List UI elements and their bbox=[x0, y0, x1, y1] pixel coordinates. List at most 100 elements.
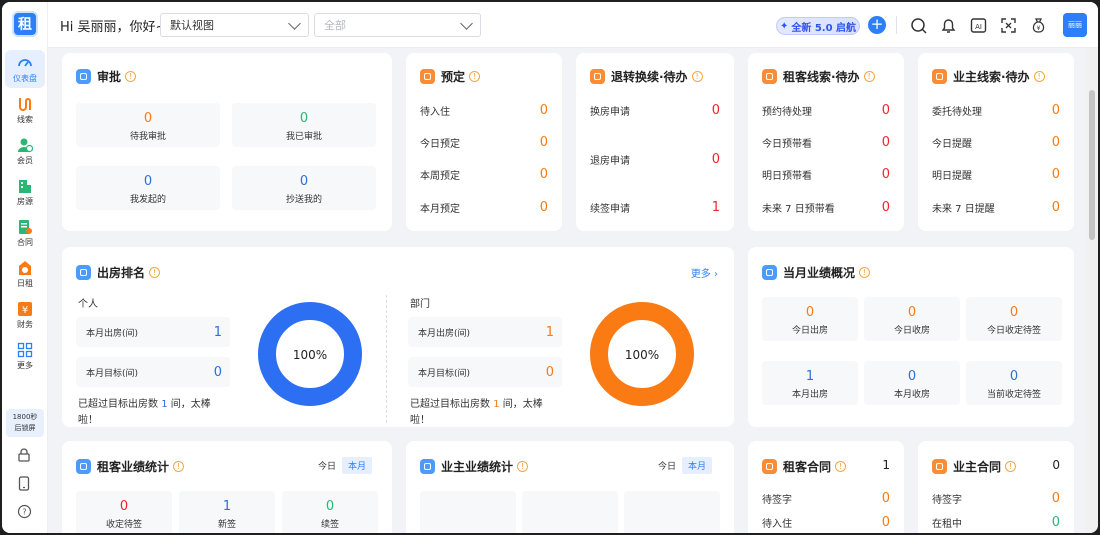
stat-today-deposit-pending[interactable]: 0 今日收定待签 bbox=[966, 297, 1062, 341]
lock-timer-label: 后锁屏 bbox=[14, 424, 36, 432]
info-icon[interactable]: ! bbox=[859, 267, 871, 278]
scan-icon[interactable] bbox=[1000, 17, 1017, 34]
clue-icon bbox=[19, 97, 31, 111]
info-icon[interactable]: ! bbox=[173, 461, 185, 472]
stats-icon bbox=[76, 459, 91, 474]
sidebar-item-listings[interactable]: 房源 bbox=[5, 173, 45, 211]
department-target: 本月目标(间) 0 bbox=[408, 357, 562, 387]
stat-pending-approval[interactable]: 0 待我审批 bbox=[76, 103, 220, 147]
tab-month[interactable]: 本月 bbox=[342, 457, 373, 474]
card-title: 业主线索·待办 bbox=[953, 70, 1030, 84]
list-item[interactable]: 续签申请 1 bbox=[590, 200, 720, 215]
list-item[interactable]: 本月预定 0 bbox=[420, 200, 548, 215]
stat-today-rented[interactable]: 0 今日出房 bbox=[762, 297, 858, 341]
stat-placeholder bbox=[522, 491, 618, 533]
list-item[interactable]: 委托待处理 0 bbox=[932, 103, 1060, 118]
list-item[interactable]: 明日提醒 0 bbox=[932, 167, 1060, 182]
list-item[interactable]: 退房申请 0 bbox=[590, 152, 720, 167]
personal-note: 已超过目标出房数 1 间，太棒啦！ bbox=[78, 399, 211, 426]
list-item[interactable]: 在租中 0 bbox=[932, 515, 1060, 530]
card-title: 退转换续·待办 bbox=[611, 70, 688, 84]
stat-deposit-pending[interactable]: 0 收定待签 bbox=[76, 491, 172, 533]
sidebar-item-dashboard[interactable]: 仪表盘 bbox=[5, 50, 45, 88]
auto-lock-timer[interactable]: 1800秒 后锁屏 bbox=[6, 409, 44, 437]
bell-icon[interactable] bbox=[940, 17, 957, 34]
stat-month-acquired[interactable]: 0 本月收房 bbox=[864, 361, 960, 405]
contract-icon bbox=[19, 219, 32, 234]
sidebar-item-label: 日租 bbox=[17, 278, 33, 288]
contract-icon bbox=[932, 459, 947, 474]
tab-month[interactable]: 本月 bbox=[682, 457, 713, 474]
list-item[interactable]: 待签字 0 bbox=[762, 491, 890, 506]
owner-leads-card: 业主线索·待办 ! 委托待处理 0 今日提醒 0 明日提醒 0 未来 7 日提醒 0 bbox=[918, 53, 1074, 231]
list-item[interactable]: 今日预定 0 bbox=[420, 135, 548, 150]
lock-icon[interactable] bbox=[15, 446, 33, 464]
list-item[interactable]: 今日提醒 0 bbox=[932, 135, 1060, 150]
search-icon[interactable] bbox=[910, 17, 927, 34]
sidebar-item-label: 会员 bbox=[17, 155, 33, 165]
list-item[interactable]: 待入住 0 bbox=[420, 103, 548, 118]
sidebar-item-members[interactable]: 会员 bbox=[5, 132, 45, 170]
info-icon[interactable]: ! bbox=[835, 461, 847, 472]
card-title: 当月业绩概况 bbox=[783, 266, 856, 280]
sidebar-item-daily-rent[interactable]: 日租 bbox=[5, 255, 45, 293]
mobile-icon[interactable] bbox=[15, 474, 33, 492]
list-item[interactable]: 换房申请 0 bbox=[590, 103, 720, 118]
sidebar-item-contracts[interactable]: 合同 bbox=[5, 214, 45, 252]
department-donut-chart: 100% bbox=[590, 302, 694, 406]
view-select[interactable]: 默认视图 bbox=[160, 13, 309, 37]
list-item[interactable]: 待签字 0 bbox=[932, 491, 1060, 506]
card-title: 业主业绩统计 bbox=[441, 460, 514, 474]
stat-current-deposit-pending[interactable]: 0 当前收定待签 bbox=[966, 361, 1062, 405]
list-item[interactable]: 未来 7 日预带看 0 bbox=[762, 200, 890, 215]
tab-today[interactable]: 今日 bbox=[312, 457, 342, 474]
stat-approved[interactable]: 0 我已审批 bbox=[232, 103, 376, 147]
add-button[interactable]: + bbox=[868, 16, 886, 34]
list-item[interactable]: 本周预定 0 bbox=[420, 167, 548, 182]
list-item[interactable]: 今日预带看 0 bbox=[762, 135, 890, 150]
list-item[interactable]: 明日预带看 0 bbox=[762, 167, 890, 182]
info-icon[interactable]: ! bbox=[691, 71, 703, 82]
avatar[interactable]: 丽丽 bbox=[1063, 13, 1087, 37]
money-bag-icon[interactable]: ¥ bbox=[1030, 17, 1047, 34]
stat-month-rented[interactable]: 1 本月出房 bbox=[762, 361, 858, 405]
scrollbar[interactable] bbox=[1086, 48, 1098, 533]
list-item[interactable]: 待入住 0 bbox=[762, 515, 890, 530]
sidebar-item-clues[interactable]: 线索 bbox=[5, 91, 45, 129]
info-icon[interactable]: ! bbox=[149, 267, 161, 278]
card-title: 业主合同 bbox=[953, 460, 1002, 474]
stat-placeholder bbox=[420, 491, 516, 533]
scope-select[interactable]: 全部 bbox=[314, 13, 481, 37]
info-icon[interactable]: ! bbox=[1033, 71, 1045, 82]
sidebar-item-label: 合同 bbox=[17, 237, 33, 247]
owner-stats-card: 业主业绩统计 ! 今日 本月 bbox=[406, 441, 734, 533]
stat-label: 我已审批 bbox=[285, 132, 322, 142]
stat-initiated[interactable]: 0 我发起的 bbox=[76, 166, 220, 210]
sidebar-item-label: 线索 bbox=[17, 114, 33, 124]
stat-today-acquired[interactable]: 0 今日收房 bbox=[864, 297, 960, 341]
info-icon[interactable]: ! bbox=[1005, 461, 1017, 472]
sidebar: 租 仪表盘 线索 会员 房源 合同 日租 ¥ 财务 更多 1800秒 后锁屏 ? bbox=[2, 2, 48, 533]
info-icon[interactable]: ! bbox=[863, 71, 875, 82]
stat-cc-me[interactable]: 0 抄送我的 bbox=[232, 166, 376, 210]
scrollbar-thumb[interactable] bbox=[1089, 90, 1095, 240]
info-icon[interactable]: ! bbox=[469, 71, 481, 82]
stat-renewed[interactable]: 0 续签 bbox=[282, 491, 378, 533]
info-icon[interactable]: ! bbox=[125, 71, 137, 82]
version-badge[interactable]: ✦ 全新 5.0 启航 bbox=[776, 17, 860, 35]
stat-label: 抄送我的 bbox=[285, 195, 322, 205]
sidebar-item-finance[interactable]: ¥ 财务 bbox=[5, 296, 45, 334]
ai-icon[interactable]: AI bbox=[970, 17, 987, 34]
sidebar-item-label: 房源 bbox=[17, 196, 33, 206]
info-icon[interactable]: ! bbox=[517, 461, 529, 472]
list-item[interactable]: 未来 7 日提醒 0 bbox=[932, 200, 1060, 215]
app-window: 租 仪表盘 线索 会员 房源 合同 日租 ¥ 财务 更多 1800秒 后锁屏 ?… bbox=[2, 2, 1098, 533]
more-link[interactable]: 更多 › bbox=[691, 265, 718, 280]
sidebar-item-more[interactable]: 更多 bbox=[5, 337, 45, 375]
app-logo[interactable]: 租 bbox=[12, 11, 38, 37]
list-item[interactable]: 预约待处理 0 bbox=[762, 103, 890, 118]
stat-new-signed[interactable]: 1 新签 bbox=[179, 491, 275, 533]
tab-today[interactable]: 今日 bbox=[652, 457, 682, 474]
help-icon[interactable]: ? bbox=[15, 502, 33, 520]
divider bbox=[896, 16, 897, 34]
